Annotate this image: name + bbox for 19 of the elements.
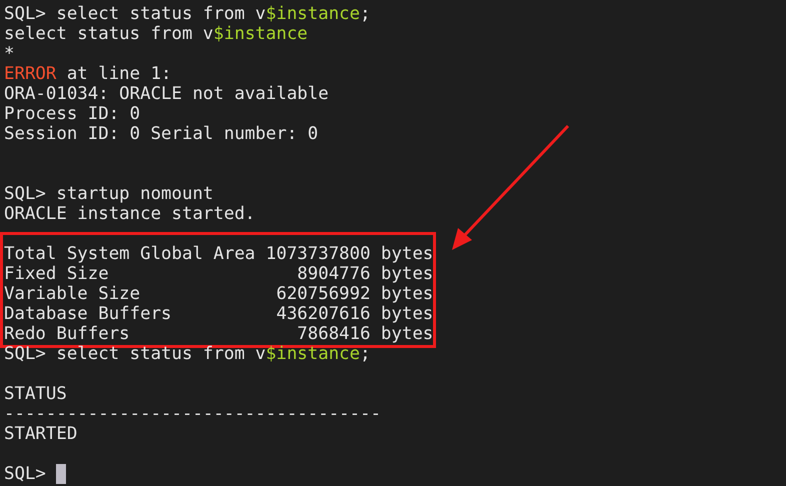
terminal-line: * xyxy=(4,44,14,64)
terminal-line: STARTED xyxy=(4,424,78,444)
terminal-line: SQL> startup nomount xyxy=(4,184,214,204)
terminal-line: select status from v$instance xyxy=(4,24,308,44)
terminal-line: Session ID: 0 Serial number: 0 xyxy=(4,124,318,144)
terminal-line: SQL> xyxy=(4,464,47,484)
terminal-line: ORACLE instance started. xyxy=(4,204,256,224)
terminal-line: ERROR at line 1: xyxy=(4,64,172,84)
terminal-line: Variable Size 620756992 bytes xyxy=(4,284,433,304)
terminal-line: ------------------------------------ xyxy=(4,404,381,424)
terminal-line: SQL> select status from v$instance; xyxy=(4,4,370,24)
terminal-line: SQL> select status from v$instance; xyxy=(4,344,370,364)
terminal-line: ORA-01034: ORACLE not available xyxy=(4,84,329,104)
terminal-line: Redo Buffers 7868416 bytes xyxy=(4,324,433,344)
terminal-line: Process ID: 0 xyxy=(4,104,140,124)
terminal-line: Database Buffers 436207616 bytes xyxy=(4,304,433,324)
terminal-line: STATUS xyxy=(4,384,67,404)
terminal-line: Total System Global Area 1073737800 bytes xyxy=(4,244,433,264)
terminal-line: Fixed Size 8904776 bytes xyxy=(4,264,433,284)
